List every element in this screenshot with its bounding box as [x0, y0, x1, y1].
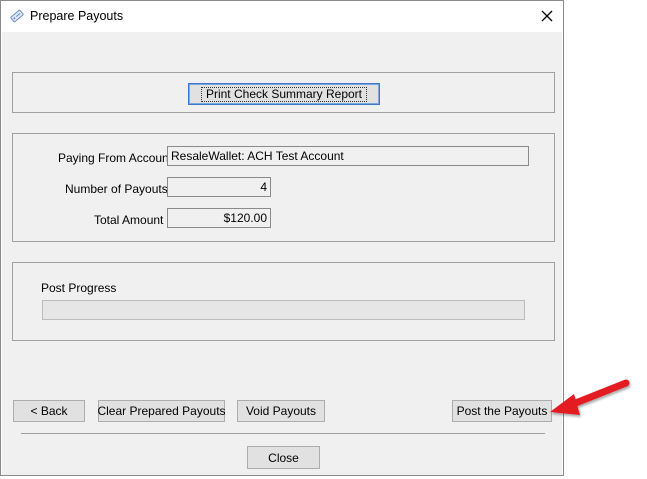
post-progress-label: Post Progress	[41, 281, 117, 295]
back-button[interactable]: < Back	[13, 400, 85, 422]
summary-panel: Paying From Account ResaleWallet: ACH Te…	[12, 133, 555, 242]
window-title: Prepare Payouts	[30, 9, 124, 23]
post-progress-bar	[42, 300, 525, 320]
total-amount-field: $120.00	[167, 208, 271, 228]
payout-tag-icon	[9, 8, 25, 24]
close-icon[interactable]	[533, 3, 561, 29]
progress-panel: Post Progress	[12, 262, 555, 341]
post-the-payouts-button[interactable]: Post the Payouts	[452, 400, 552, 422]
total-amount-label: Total Amount	[94, 213, 164, 227]
title-bar: Prepare Payouts	[1, 1, 563, 32]
paying-from-label: Paying From Account	[58, 151, 173, 165]
report-panel: Print Check Summary Report	[12, 72, 555, 113]
dialog-content: Print Check Summary Report Paying From A…	[2, 32, 562, 475]
paying-from-field: ResaleWallet: ACH Test Account	[167, 146, 529, 166]
print-check-summary-label: Print Check Summary Report	[200, 86, 368, 102]
num-payouts-field: 4	[167, 177, 271, 197]
footer-separator	[21, 433, 545, 434]
num-payouts-label: Number of Payouts	[65, 182, 168, 196]
clear-prepared-payouts-button[interactable]: Clear Prepared Payouts	[97, 400, 226, 422]
prepare-payouts-window: Prepare Payouts Print Check Summary Repo…	[0, 0, 564, 476]
void-payouts-button[interactable]: Void Payouts	[237, 400, 325, 422]
close-button[interactable]: Close	[247, 446, 320, 469]
print-check-summary-button[interactable]: Print Check Summary Report	[188, 83, 380, 105]
red-arrow-icon	[550, 379, 630, 415]
